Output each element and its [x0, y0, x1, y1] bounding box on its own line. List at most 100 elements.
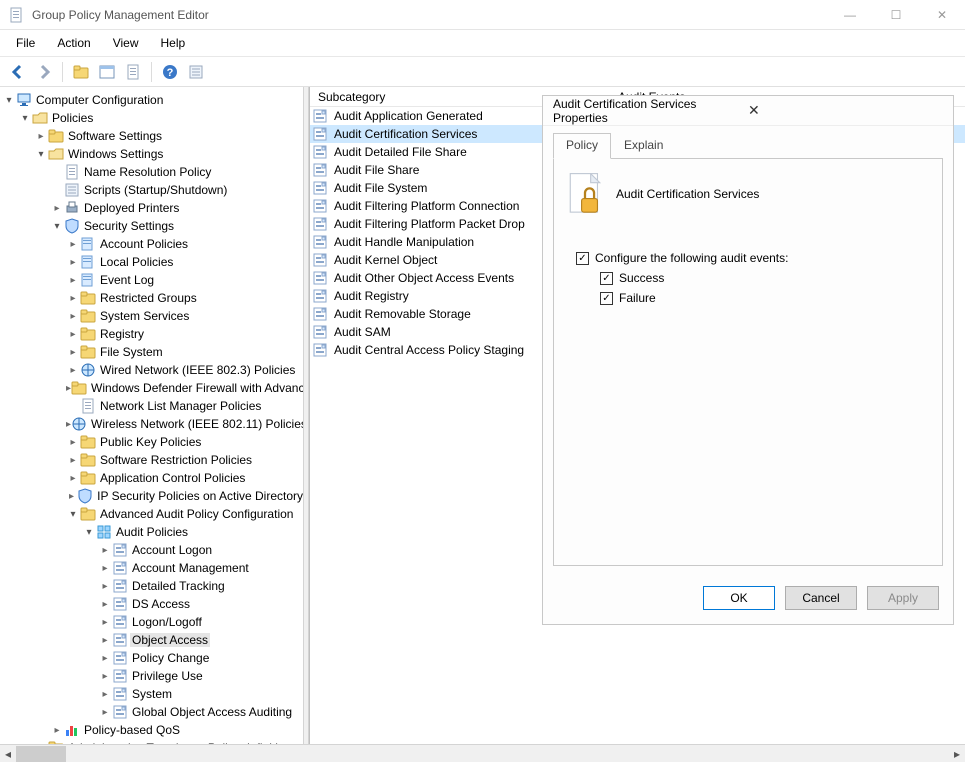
tree-audit-item[interactable]: Account Logon: [130, 543, 214, 557]
caret-icon[interactable]: [98, 653, 112, 664]
back-button[interactable]: [6, 60, 30, 84]
tree-item[interactable]: IP Security Policies on Active Directory: [95, 489, 305, 503]
caret-icon[interactable]: [66, 473, 80, 484]
caret-icon[interactable]: [98, 563, 112, 574]
tree-item[interactable]: Application Control Policies: [98, 471, 247, 485]
tab-explain[interactable]: Explain: [611, 133, 676, 159]
tree-audit-item[interactable]: Object Access: [130, 633, 210, 647]
menu-file[interactable]: File: [6, 34, 45, 52]
caret-icon[interactable]: [98, 545, 112, 556]
caret-icon[interactable]: [34, 131, 48, 142]
caret-icon[interactable]: [66, 455, 80, 466]
tree-audit-item[interactable]: DS Access: [130, 597, 192, 611]
tree-item[interactable]: File System: [98, 345, 165, 359]
caret-icon[interactable]: [98, 617, 112, 628]
tree-item[interactable]: Restricted Groups: [98, 291, 199, 305]
splitter[interactable]: [303, 87, 309, 744]
tree-audit-policies[interactable]: Audit Policies: [114, 525, 190, 539]
caret-icon[interactable]: [66, 329, 80, 340]
tree-item[interactable]: Network List Manager Policies: [98, 399, 263, 413]
scroll-left-icon[interactable]: ◂: [0, 747, 16, 761]
tree-scripts[interactable]: Scripts (Startup/Shutdown): [82, 183, 229, 197]
tree-audit-item[interactable]: Policy Change: [130, 651, 211, 665]
tree-item[interactable]: Local Policies: [98, 255, 175, 269]
tree-audit-item[interactable]: System: [130, 687, 174, 701]
caret-icon[interactable]: [66, 365, 80, 376]
caret-icon[interactable]: [66, 437, 80, 448]
minimize-button[interactable]: —: [827, 0, 873, 30]
tree-item[interactable]: Windows Defender Firewall with Advanced …: [89, 381, 310, 395]
tree-item[interactable]: Wireless Network (IEEE 802.11) Policies: [89, 417, 309, 431]
up-button[interactable]: [69, 60, 93, 84]
tree-audit-item[interactable]: Account Management: [130, 561, 251, 575]
tree-item[interactable]: Public Key Policies: [98, 435, 203, 449]
caret-icon[interactable]: [98, 707, 112, 718]
cancel-button[interactable]: Cancel: [785, 586, 857, 610]
tree-item[interactable]: Account Policies: [98, 237, 190, 251]
caret-icon[interactable]: [50, 203, 64, 214]
failure-checkbox[interactable]: [600, 292, 613, 305]
i-folder-icon: [80, 326, 96, 342]
show-hide-tree-button[interactable]: [95, 60, 119, 84]
tree-item[interactable]: System Services: [98, 309, 191, 323]
caret-icon[interactable]: [34, 743, 48, 745]
tree-item[interactable]: Advanced Audit Policy Configuration: [98, 507, 295, 521]
caret-icon[interactable]: [98, 671, 112, 682]
tree-audit-item[interactable]: Logon/Logoff: [130, 615, 204, 629]
scroll-track[interactable]: [16, 746, 949, 762]
caret-icon[interactable]: [66, 509, 80, 520]
caret-icon[interactable]: [50, 725, 64, 736]
tree-pbqos[interactable]: Policy-based QoS: [82, 723, 182, 737]
caret-icon[interactable]: [82, 527, 96, 538]
tree-audit-item[interactable]: Detailed Tracking: [130, 579, 227, 593]
caret-icon[interactable]: [66, 491, 77, 502]
tree-item[interactable]: Wired Network (IEEE 802.3) Policies: [98, 363, 297, 377]
export-button[interactable]: [121, 60, 145, 84]
caret-icon[interactable]: [66, 311, 80, 322]
caret-icon[interactable]: [98, 581, 112, 592]
caret-icon[interactable]: [66, 239, 80, 250]
caret-icon[interactable]: [66, 293, 80, 304]
tree-printers[interactable]: Deployed Printers: [82, 201, 181, 215]
tree-nrp[interactable]: Name Resolution Policy: [82, 165, 213, 179]
tree-audit-item[interactable]: Privilege Use: [130, 669, 205, 683]
tree-item[interactable]: Event Log: [98, 273, 156, 287]
caret-icon[interactable]: [66, 257, 80, 268]
nav-tree[interactable]: Computer Configuration Policies Software…: [0, 87, 310, 744]
apply-button[interactable]: Apply: [867, 586, 939, 610]
help-button[interactable]: [158, 60, 182, 84]
horizontal-scrollbar[interactable]: ◂ ▸: [0, 744, 965, 762]
tree-windows[interactable]: Windows Settings: [66, 147, 165, 161]
dialog-close-button[interactable]: ✕: [748, 102, 943, 119]
dialog-titlebar[interactable]: Audit Certification Services Properties …: [543, 96, 953, 126]
tree-root[interactable]: Computer Configuration: [34, 93, 165, 107]
maximize-button[interactable]: ☐: [873, 0, 919, 30]
tree-item[interactable]: Registry: [98, 327, 146, 341]
caret-icon[interactable]: [18, 113, 32, 124]
menu-action[interactable]: Action: [47, 34, 100, 52]
tree-audit-item[interactable]: Global Object Access Auditing: [130, 705, 294, 719]
tree-software[interactable]: Software Settings: [66, 129, 164, 143]
caret-icon[interactable]: [66, 347, 80, 358]
tree-security[interactable]: Security Settings: [82, 219, 176, 233]
caret-icon[interactable]: [98, 635, 112, 646]
tree-adm-tmpl[interactable]: Administrative Templates: Policy definit…: [66, 741, 299, 744]
caret-icon[interactable]: [98, 599, 112, 610]
tree-item[interactable]: Software Restriction Policies: [98, 453, 254, 467]
caret-icon[interactable]: [98, 689, 112, 700]
caret-icon[interactable]: [66, 275, 80, 286]
close-button[interactable]: ✕: [919, 0, 965, 30]
caret-icon[interactable]: [2, 95, 16, 106]
menu-help[interactable]: Help: [151, 34, 196, 52]
caret-icon[interactable]: [50, 221, 64, 232]
menu-view[interactable]: View: [103, 34, 149, 52]
scroll-right-icon[interactable]: ▸: [949, 747, 965, 761]
caret-icon[interactable]: [34, 149, 48, 160]
tab-policy[interactable]: Policy: [553, 133, 611, 159]
ok-button[interactable]: OK: [703, 586, 775, 610]
configure-checkbox[interactable]: [576, 252, 589, 265]
success-checkbox[interactable]: [600, 272, 613, 285]
tree-policies[interactable]: Policies: [50, 111, 95, 125]
forward-button[interactable]: [32, 60, 56, 84]
filter-button[interactable]: [184, 60, 208, 84]
